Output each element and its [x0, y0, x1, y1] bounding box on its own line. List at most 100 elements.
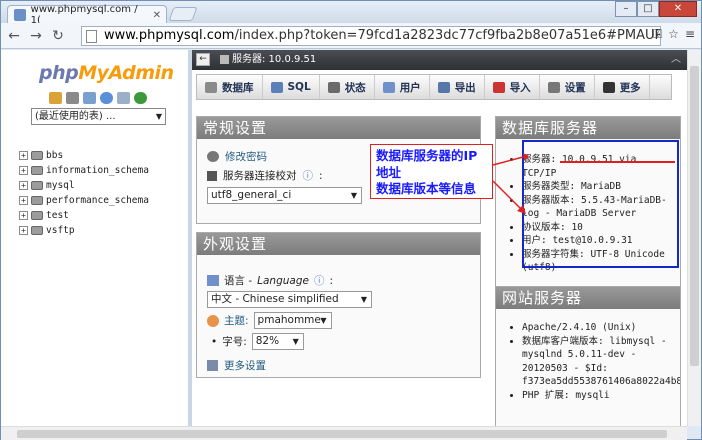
docs-icon[interactable]: [117, 92, 130, 104]
favicon-icon: [14, 9, 26, 21]
database-name[interactable]: vsftp: [46, 225, 75, 236]
menu-label: 导出: [454, 81, 476, 94]
status-icon: [327, 81, 340, 93]
scroll-thumb[interactable]: [17, 430, 667, 438]
expand-icon[interactable]: +: [19, 226, 28, 235]
info-item: Apache/2.4.10 (Unix): [522, 321, 676, 335]
expand-icon[interactable]: +: [19, 151, 28, 160]
language-italic: Language: [257, 274, 309, 287]
logo-php: php: [39, 62, 79, 84]
maximize-button[interactable]: □: [637, 1, 659, 17]
arrowhead-ip: [523, 153, 529, 161]
collapse-icon[interactable]: ︿: [671, 50, 681, 70]
menu-item-3[interactable]: 用户: [375, 75, 430, 99]
query-window-icon[interactable]: [83, 92, 96, 104]
database-icon: [31, 181, 43, 190]
star-icon[interactable]: ☆: [668, 27, 679, 42]
help-icon[interactable]: [100, 92, 113, 104]
browser-tab[interactable]: www.phpmysql.com / 1( ✕: [7, 4, 167, 26]
server-label[interactable]: 服务器: 10.0.9.51: [232, 54, 316, 65]
collation-icon: [207, 170, 217, 181]
menu-label: 数据库: [222, 81, 254, 94]
sidebar-icons: [49, 92, 147, 104]
expand-icon[interactable]: +: [19, 166, 28, 175]
title-bar: www.phpmysql.com / 1( ✕ – □ ✕: [1, 1, 701, 26]
language-select[interactable]: 中文 - Chinese simplified ▼: [207, 291, 372, 308]
arrow-to-version: [492, 180, 522, 210]
address-bar[interactable]: www.phpmysql.com/index.php?token=79fcd1a…: [81, 26, 661, 46]
font-size-select[interactable]: 82% ▼: [251, 333, 304, 350]
help-circle-icon[interactable]: ⓘ: [303, 168, 314, 183]
sql-icon: [270, 81, 283, 93]
back-arrow-icon[interactable]: ←: [196, 53, 210, 66]
recent-tables-select[interactable]: (最近使用的表) ... ▼: [31, 108, 166, 125]
help-circle-icon[interactable]: ⓘ: [314, 273, 325, 288]
database-item[interactable]: + bbs: [19, 148, 149, 163]
close-tab-icon[interactable]: ✕: [153, 10, 161, 21]
menu-item-7[interactable]: 更多: [595, 75, 650, 99]
database-item[interactable]: + performance_schema: [19, 193, 149, 208]
database-name[interactable]: test: [46, 210, 69, 221]
import-icon: [492, 81, 505, 93]
forward-icon[interactable]: →: [27, 28, 45, 44]
theme-label[interactable]: 主题:: [224, 313, 249, 328]
annotation-box: 数据库服务器的IP 地址 数据库版本等信息: [370, 144, 493, 199]
database-icon: [31, 196, 43, 205]
menu-label: 导入: [509, 81, 531, 94]
wrench-icon: [207, 360, 218, 371]
logout-icon[interactable]: [66, 92, 79, 104]
menu-label: 状态: [344, 81, 366, 94]
expand-icon[interactable]: +: [19, 196, 28, 205]
web-server-panel: 网站服务器 Apache/2.4.10 (Unix)数据库客户端版本: libm…: [495, 286, 681, 426]
chevron-down-icon: ▼: [360, 295, 367, 304]
database-icon: [31, 166, 43, 175]
vertical-scrollbar[interactable]: [687, 50, 701, 426]
annotation-line-1: 数据库服务器的IP: [376, 148, 478, 163]
browser-window: www.phpmysql.com / 1( ✕ – □ ✕ ← → ↻ www.…: [0, 0, 702, 440]
menu-icon[interactable]: ≡: [685, 27, 695, 42]
key-icon[interactable]: ⚿: [653, 27, 662, 42]
appearance-settings-title: 外观设置: [197, 233, 480, 255]
new-tab-button[interactable]: [168, 7, 198, 21]
menu-item-2[interactable]: 状态: [320, 75, 375, 99]
scroll-thumb[interactable]: [690, 66, 699, 366]
database-item[interactable]: + test: [19, 208, 149, 223]
minimize-button[interactable]: –: [615, 1, 637, 17]
menu-item-1[interactable]: SQL: [263, 75, 320, 99]
more-settings-link[interactable]: 更多设置: [224, 358, 266, 373]
reload-icon[interactable]: ↻: [49, 28, 67, 44]
menu-item-5[interactable]: 导入: [485, 75, 540, 99]
menu-item-6[interactable]: 设置: [540, 75, 595, 99]
menu-label: SQL: [287, 81, 311, 93]
pma-logo[interactable]: phpMyAdmin: [39, 62, 174, 84]
database-icon: [31, 151, 43, 160]
annotation-arrows: [492, 153, 529, 214]
collation-value: utf8_general_ci: [211, 189, 292, 201]
web-server-title: 网站服务器: [496, 287, 680, 309]
menu-item-4[interactable]: 导出: [430, 75, 485, 99]
menu-label: 用户: [399, 81, 421, 94]
database-name[interactable]: mysql: [46, 180, 75, 191]
back-icon[interactable]: ←: [5, 28, 23, 44]
database-name[interactable]: information_schema: [46, 165, 149, 176]
database-tree: + bbs + information_schema + mysql + performanc…: [19, 148, 149, 238]
collation-select[interactable]: utf8_general_ci ▼: [207, 187, 362, 204]
menu-item-0[interactable]: 数据库: [197, 75, 263, 99]
horizontal-scrollbar[interactable]: [1, 426, 687, 440]
reload-nav-icon[interactable]: [134, 92, 147, 104]
change-password-link[interactable]: 修改密码: [225, 149, 267, 164]
expand-icon[interactable]: +: [19, 211, 28, 220]
home-icon[interactable]: [49, 92, 62, 104]
database-item[interactable]: + vsftp: [19, 223, 149, 238]
expand-icon[interactable]: +: [19, 181, 28, 190]
top-menu: 数据库 SQL 状态 用户 导出 导入 设置 更多: [196, 74, 672, 100]
theme-value: pmahomme: [257, 314, 321, 326]
close-window-button[interactable]: ✕: [659, 1, 697, 17]
font-size-label: 字号:: [222, 336, 247, 348]
database-item[interactable]: + information_schema: [19, 163, 149, 178]
database-name[interactable]: bbs: [46, 150, 63, 161]
page-icon: [86, 30, 97, 43]
database-item[interactable]: + mysql: [19, 178, 149, 193]
database-name[interactable]: performance_schema: [46, 195, 149, 206]
theme-select[interactable]: pmahomme ▼: [253, 312, 332, 329]
